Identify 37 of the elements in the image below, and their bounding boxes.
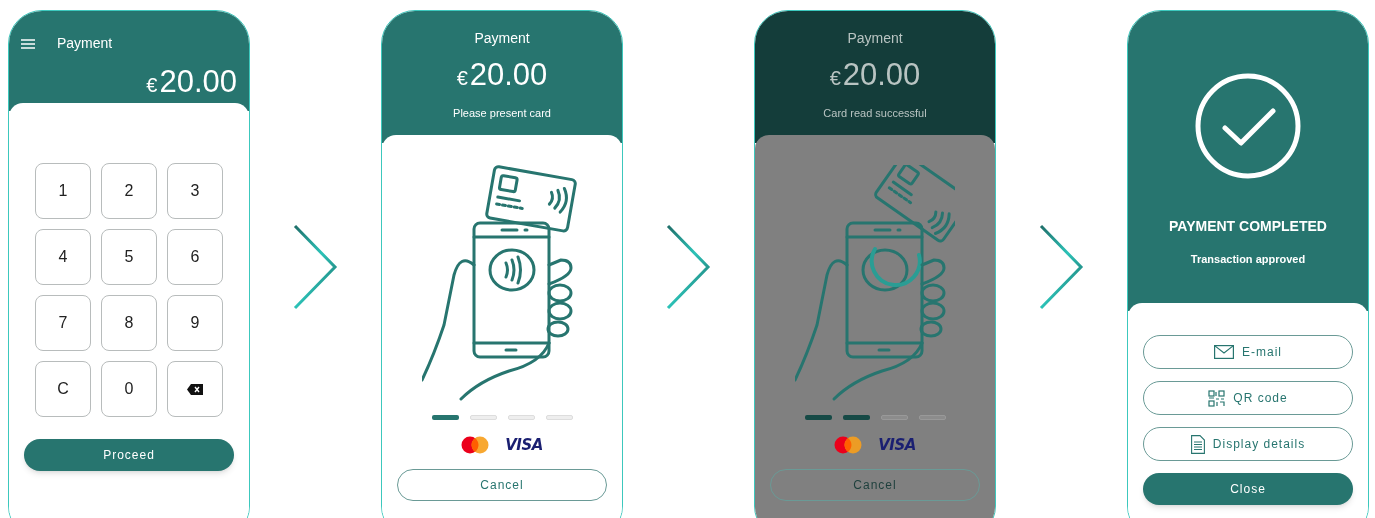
- envelope-icon: [1214, 345, 1234, 359]
- chevron-icon: [292, 224, 339, 310]
- mastercard-logo-icon: [461, 436, 490, 455]
- keypad-key[interactable]: C: [35, 361, 91, 417]
- completed-heading: PAYMENT COMPLETED: [1169, 217, 1327, 236]
- backspace-icon: [187, 383, 203, 395]
- keypad-key[interactable]: 4: [35, 229, 91, 285]
- keypad-key[interactable]: 0: [101, 361, 157, 417]
- keypad-key[interactable]: 7: [35, 295, 91, 351]
- card-brand-text: VISA: [878, 435, 916, 456]
- completed-subheading: Transaction approved: [1190, 252, 1306, 267]
- keypad-key[interactable]: 5: [101, 229, 157, 285]
- card-brand-text: VISA: [505, 435, 543, 456]
- backspace-button[interactable]: [167, 361, 223, 417]
- amount-text: €20.00: [829, 57, 921, 93]
- menu-icon[interactable]: [21, 38, 35, 49]
- screen-title: Payment: [474, 29, 530, 48]
- keypad-key[interactable]: 2: [101, 163, 157, 219]
- chevron-icon: [665, 224, 712, 310]
- check-circle-icon: [1195, 73, 1301, 179]
- status-text: Card read successful: [823, 106, 927, 121]
- screen-title: Payment: [847, 29, 903, 48]
- qr-code-icon: [1208, 389, 1226, 407]
- amount-text: €20.00: [146, 64, 237, 100]
- keypad-key[interactable]: 8: [101, 295, 157, 351]
- close-button[interactable]: Close: [1143, 473, 1353, 505]
- keypad-key[interactable]: 1: [35, 163, 91, 219]
- document-icon: [1190, 434, 1205, 454]
- amount-text: €20.00: [456, 57, 548, 93]
- chevron-icon: [1038, 224, 1085, 310]
- status-text: Please present card: [453, 106, 551, 121]
- mastercard-logo-icon: [834, 436, 863, 455]
- keypad-key[interactable]: 9: [167, 295, 223, 351]
- keypad-key[interactable]: 3: [167, 163, 223, 219]
- keypad-key[interactable]: 6: [167, 229, 223, 285]
- screen-title: Payment: [57, 34, 113, 53]
- proceed-button[interactable]: Proceed: [24, 439, 234, 471]
